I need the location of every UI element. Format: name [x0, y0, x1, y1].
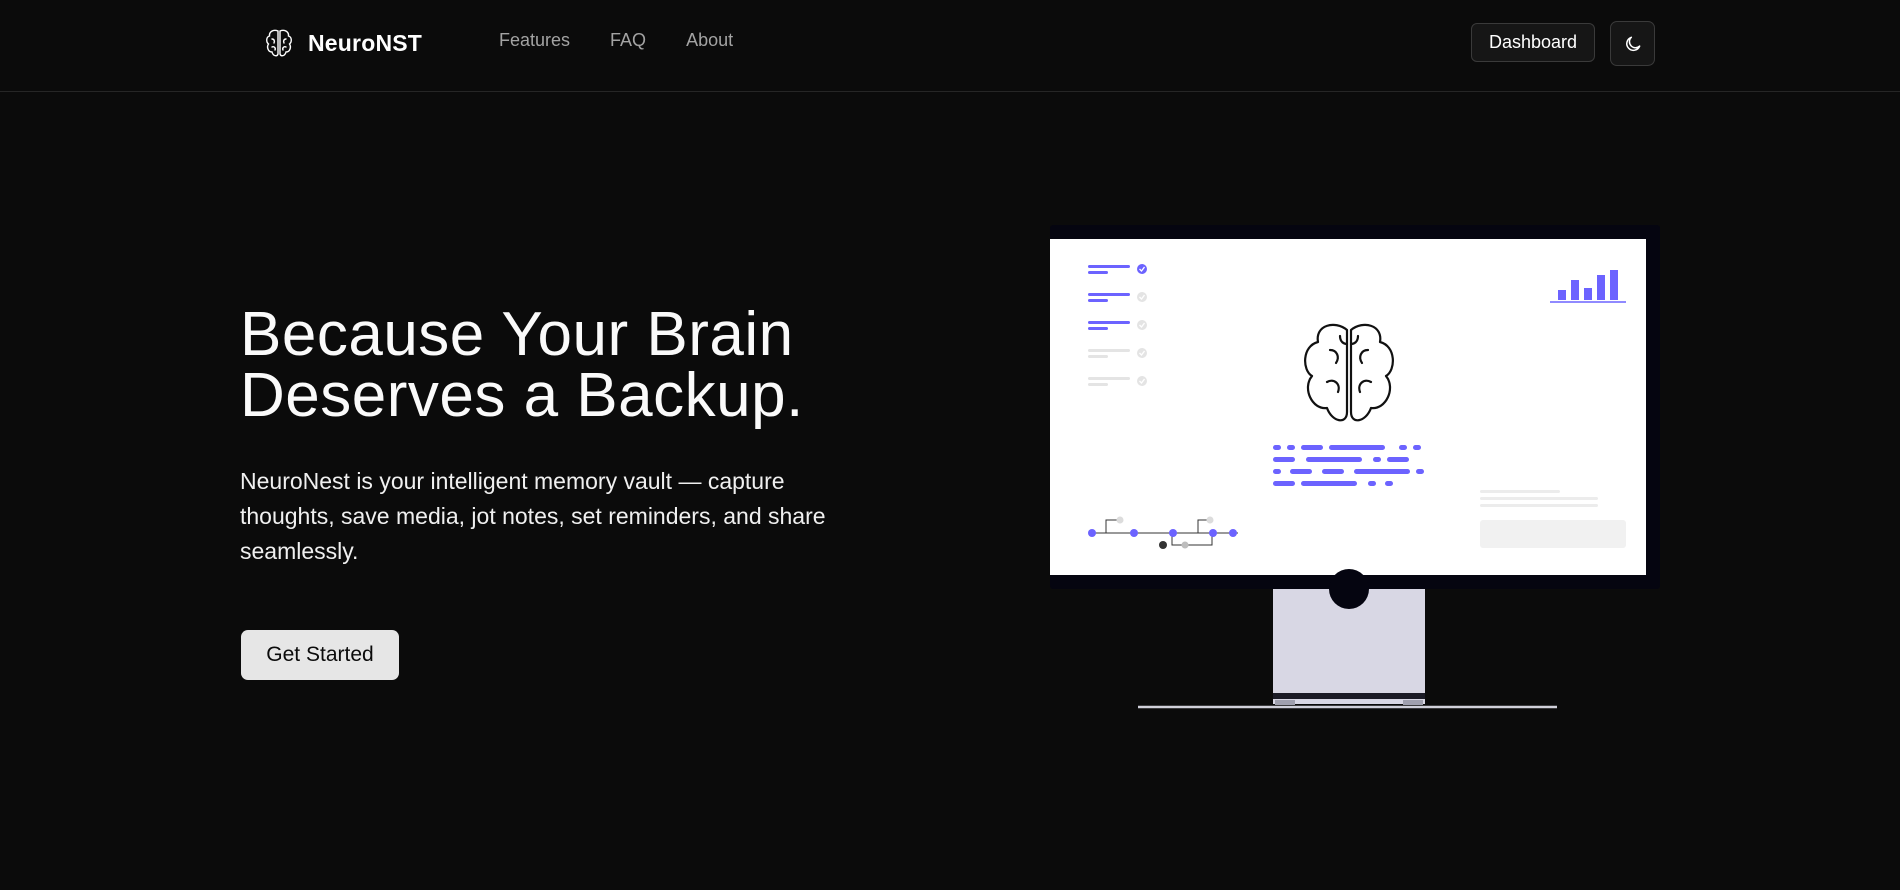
navbar: NeuroNST Features FAQ About Dashboard [0, 0, 1900, 92]
nav-link-faq[interactable]: FAQ [610, 30, 646, 51]
nav-links: Features FAQ About [499, 30, 733, 51]
moon-icon [1625, 36, 1640, 51]
hero-title-line-2: Deserves a Backup. [240, 361, 804, 430]
dashboard-button[interactable]: Dashboard [1471, 23, 1595, 62]
nav-link-about[interactable]: About [686, 30, 733, 51]
brain-icon [266, 29, 292, 57]
brand-link[interactable]: NeuroNST [264, 26, 422, 60]
hero-title: Because Your Brain Deserves a Backup. [240, 300, 860, 430]
brand-name: NeuroNST [308, 29, 423, 56]
monitor-illustration [1050, 225, 1660, 709]
monitor-notch [1329, 569, 1369, 609]
landing-page: NeuroNST Features FAQ About Dashboard Be… [0, 0, 1900, 890]
theme-toggle-button[interactable] [1610, 21, 1655, 66]
nav-link-features[interactable]: Features [499, 30, 570, 51]
hero-title-line-1: Because Your Brain [240, 300, 794, 369]
get-started-button[interactable]: Get Started [241, 630, 399, 680]
hero-subtitle: NeuroNest is your intelligent memory vau… [240, 468, 826, 564]
